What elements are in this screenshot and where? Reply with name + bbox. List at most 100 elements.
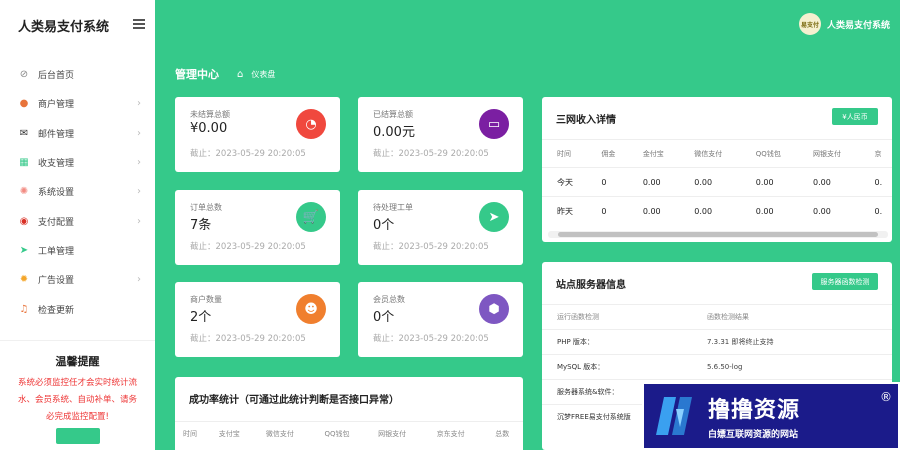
table-cell: 0 bbox=[586, 196, 628, 226]
cart-icon: 🛒 bbox=[296, 202, 326, 232]
column-header: 支付宝 bbox=[210, 421, 258, 446]
sidebar-item-label: 支付配置 bbox=[38, 217, 75, 228]
column-header: 金付宝 bbox=[627, 139, 680, 168]
server-value: 7.3.31 即将终止支持 bbox=[692, 329, 892, 355]
ledger-icon: ▦ bbox=[19, 157, 29, 169]
bag-icon: ◉ bbox=[19, 215, 29, 227]
sidebar-item[interactable]: ● 商户管理 › bbox=[0, 89, 155, 118]
function-check-button[interactable]: 服务器函数检测 bbox=[812, 273, 878, 290]
table-cell: 0.00 bbox=[740, 196, 799, 226]
stat-time: 截止：2023-05-29 20:20:05 bbox=[190, 149, 306, 159]
page-title: 管理中心 bbox=[175, 68, 219, 81]
pie-chart-icon: ◔ bbox=[296, 109, 326, 139]
stat-time: 截止：2023-05-29 20:20:05 bbox=[373, 149, 489, 159]
sidebar-item-label: 系统设置 bbox=[38, 188, 75, 199]
server-key: MySQL 版本： bbox=[542, 354, 692, 380]
chevron-right-icon: › bbox=[137, 274, 141, 286]
sidebar-item-label: 检查更新 bbox=[38, 305, 75, 316]
music-icon: ♫ bbox=[19, 303, 29, 315]
watermark-title: 撸撸资源 bbox=[708, 398, 801, 423]
menu-toggle-icon[interactable] bbox=[133, 19, 145, 29]
home-icon[interactable]: ⌂ bbox=[237, 69, 243, 80]
watermark-subtitle: 白嫖互联网资源的网站 bbox=[708, 430, 799, 440]
column-header: 网银支付 bbox=[370, 421, 429, 446]
stat-value: 0.00元 bbox=[373, 125, 415, 140]
table-cell: 0.00 bbox=[627, 167, 680, 197]
column-header: 京东支付 bbox=[428, 421, 488, 446]
table-cell: 0.00 bbox=[798, 196, 860, 226]
user-icon: ● bbox=[19, 98, 29, 110]
server-title: 站点服务器信息 bbox=[556, 280, 626, 291]
user-menu[interactable]: 易支付 人类易支付系统 bbox=[798, 13, 890, 35]
stat-time: 截止：2023-05-29 20:20:05 bbox=[190, 242, 306, 252]
sidebar-item-label: 邮件管理 bbox=[38, 129, 75, 140]
stat-label: 商户数量 bbox=[190, 295, 222, 304]
table-row: MySQL 版本： 5.6.50-log bbox=[542, 354, 892, 380]
sidebar-item[interactable]: ➤ 工单管理 bbox=[0, 236, 155, 265]
column-header: 佣金 bbox=[586, 139, 628, 168]
sidebar-item[interactable]: ▦ 收支管理 › bbox=[0, 148, 155, 177]
sidebar-item-label: 工单管理 bbox=[38, 246, 75, 257]
breadcrumb-current[interactable]: 仪表盘 bbox=[251, 69, 275, 80]
watermark-logo: 撸撸资源 白嫖互联网资源的网站 ® bbox=[642, 382, 900, 450]
dashboard-icon: ⊘ bbox=[19, 69, 29, 81]
send-icon: ➤ bbox=[479, 202, 509, 232]
horizontal-scrollbar[interactable] bbox=[548, 231, 888, 238]
chevron-right-icon: › bbox=[137, 98, 141, 110]
server-key: PHP 版本： bbox=[542, 329, 692, 355]
watermark-symbol-icon bbox=[656, 397, 692, 435]
stat-time: 截止：2023-05-29 20:20:05 bbox=[373, 334, 489, 344]
column-header: 京 bbox=[859, 139, 892, 168]
sidebar-item[interactable]: ◉ 支付配置 › bbox=[0, 206, 155, 235]
sidebar-item-label: 收支管理 bbox=[38, 159, 75, 170]
income-table: 时间 佣金 金付宝 微信支付 QQ钱包 网银支付京 今天 0 0.00 0.00 0.00 0.00… bbox=[542, 139, 892, 226]
column-header: 微信支付 bbox=[257, 421, 317, 446]
user-circle-icon: ☻ bbox=[296, 294, 326, 324]
server-head-key: 运行函数检测 bbox=[542, 304, 692, 330]
sidebar-item[interactable]: ♫ 检查更新 bbox=[0, 294, 155, 323]
user-name: 人类易支付系统 bbox=[826, 20, 890, 31]
sidebar-item[interactable]: ⊘ 后台首页 bbox=[0, 60, 155, 89]
currency-button[interactable]: ¥人民币 bbox=[832, 108, 878, 125]
success-panel: 成功率统计（可通过此统计判断是否接口异常） 时间 支付宝 微信支付 QQ钱包 网银支付京… bbox=[175, 377, 523, 450]
cube-icon: ⬢ bbox=[479, 294, 509, 324]
success-title: 成功率统计（可通过此统计判断是否接口异常） bbox=[189, 395, 399, 406]
table-cell: 0.00 bbox=[740, 167, 799, 197]
sidebar-menu: ⊘ 后台首页 ● 商户管理 › ✉ 邮件管理 › ▦ 收支管理 › ✺ 系统设置 › ◉ 支付配置 › ➤ 工单管理… bbox=[0, 60, 155, 324]
stat-value: 2个 bbox=[190, 310, 212, 325]
column-header: QQ钱包 bbox=[740, 139, 799, 168]
sidebar: 人类易支付系统 ⊘ 后台首页 ● 商户管理 › ✉ 邮件管理 › ▦ 收支管理 › ✺ 系统设置 › ◉ 支付… bbox=[0, 0, 155, 450]
brand-title: 人类易支付系统 bbox=[18, 19, 110, 35]
stat-label: 订单总数 bbox=[190, 203, 222, 212]
server-head-val: 函数检测结果 bbox=[692, 304, 892, 330]
sidebar-item[interactable]: ✺ 系统设置 › bbox=[0, 177, 155, 206]
notice-button[interactable] bbox=[55, 428, 100, 444]
sidebar-item[interactable]: ✉ 邮件管理 › bbox=[0, 119, 155, 148]
chevron-right-icon: › bbox=[137, 186, 141, 198]
stat-card: 商户数量 2个 截止：2023-05-29 20:20:05 ☻ bbox=[175, 282, 340, 357]
notice-text: 系统必须监控任才会实时统计流水、会员系统、自动补单、请务必完成监控配置! bbox=[17, 378, 137, 422]
column-header: 微信支付 bbox=[679, 139, 741, 168]
notice-box: 温馨提醒 系统必须监控任才会实时统计流水、会员系统、自动补单、请务必完成监控配置… bbox=[0, 340, 155, 448]
stat-label: 会员总数 bbox=[373, 295, 405, 304]
sidebar-item[interactable]: ✹ 广告设置 › bbox=[0, 265, 155, 294]
chevron-right-icon: › bbox=[137, 157, 141, 169]
stat-card: 已结算总额 0.00元 截止：2023-05-29 20:20:05 ▭ bbox=[358, 97, 523, 172]
registered-mark: ® bbox=[880, 390, 892, 404]
stat-value: ¥0.00 bbox=[190, 121, 228, 136]
gear-icon: ✺ bbox=[19, 186, 29, 198]
stat-label: 待处理工单 bbox=[373, 203, 413, 212]
stat-value: 7条 bbox=[190, 218, 212, 233]
stat-card: 订单总数 7条截止：2023-05-29 20:20:05 🛒 bbox=[175, 190, 340, 265]
brand: 人类易支付系统 bbox=[0, 0, 155, 50]
table-cell: 0.00 bbox=[679, 167, 741, 197]
table-cell: 今天 bbox=[542, 167, 587, 197]
column-header: 时间 bbox=[542, 139, 587, 168]
sidebar-item-label: 商户管理 bbox=[38, 100, 75, 111]
chevron-right-icon: › bbox=[137, 215, 141, 227]
column-header: 网银支付 bbox=[798, 139, 860, 168]
wallet-icon: ▭ bbox=[479, 109, 509, 139]
success-table: 时间 支付宝 微信支付 QQ钱包 网银支付 京东支付 总数 bbox=[175, 421, 523, 446]
send-icon: ➤ bbox=[19, 244, 29, 256]
stat-card: 会员总数 0个 截止：2023-05-29 20:20:05 ⬢ bbox=[358, 282, 523, 357]
